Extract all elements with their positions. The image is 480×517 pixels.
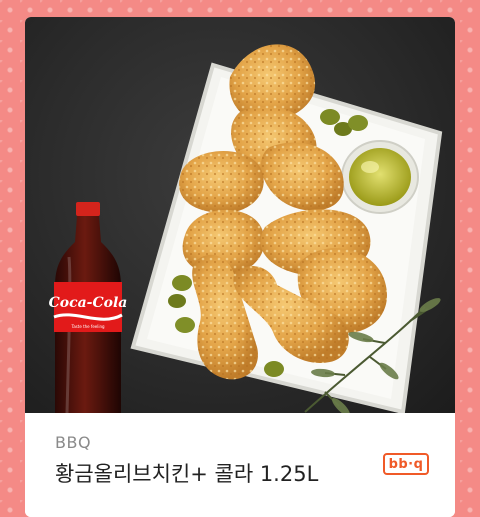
bottle-tagline: Taste the feeling — [70, 324, 105, 329]
cola-bottle-icon: Coca-Cola Taste the feeling — [49, 202, 128, 413]
olive-oil-bowl — [341, 140, 419, 214]
product-info: BBQ 황금올리브치킨+ 콜라 1.25L bb·q — [25, 413, 455, 517]
chicken-cola-illustration: Coca-Cola Taste the feeling — [49, 44, 443, 413]
product-title[interactable]: 황금올리브치킨+ 콜라 1.25L — [55, 458, 318, 488]
product-photo: Coca-Cola Taste the feeling — [25, 17, 455, 413]
brand-name: BBQ — [55, 433, 92, 452]
bottle-label: Coca-Cola — [49, 295, 128, 311]
product-card[interactable]: Coca-Cola Taste the feeling BBQ 황금올리브치킨+… — [25, 17, 455, 517]
bbq-logo-icon: bb·q — [383, 453, 429, 475]
